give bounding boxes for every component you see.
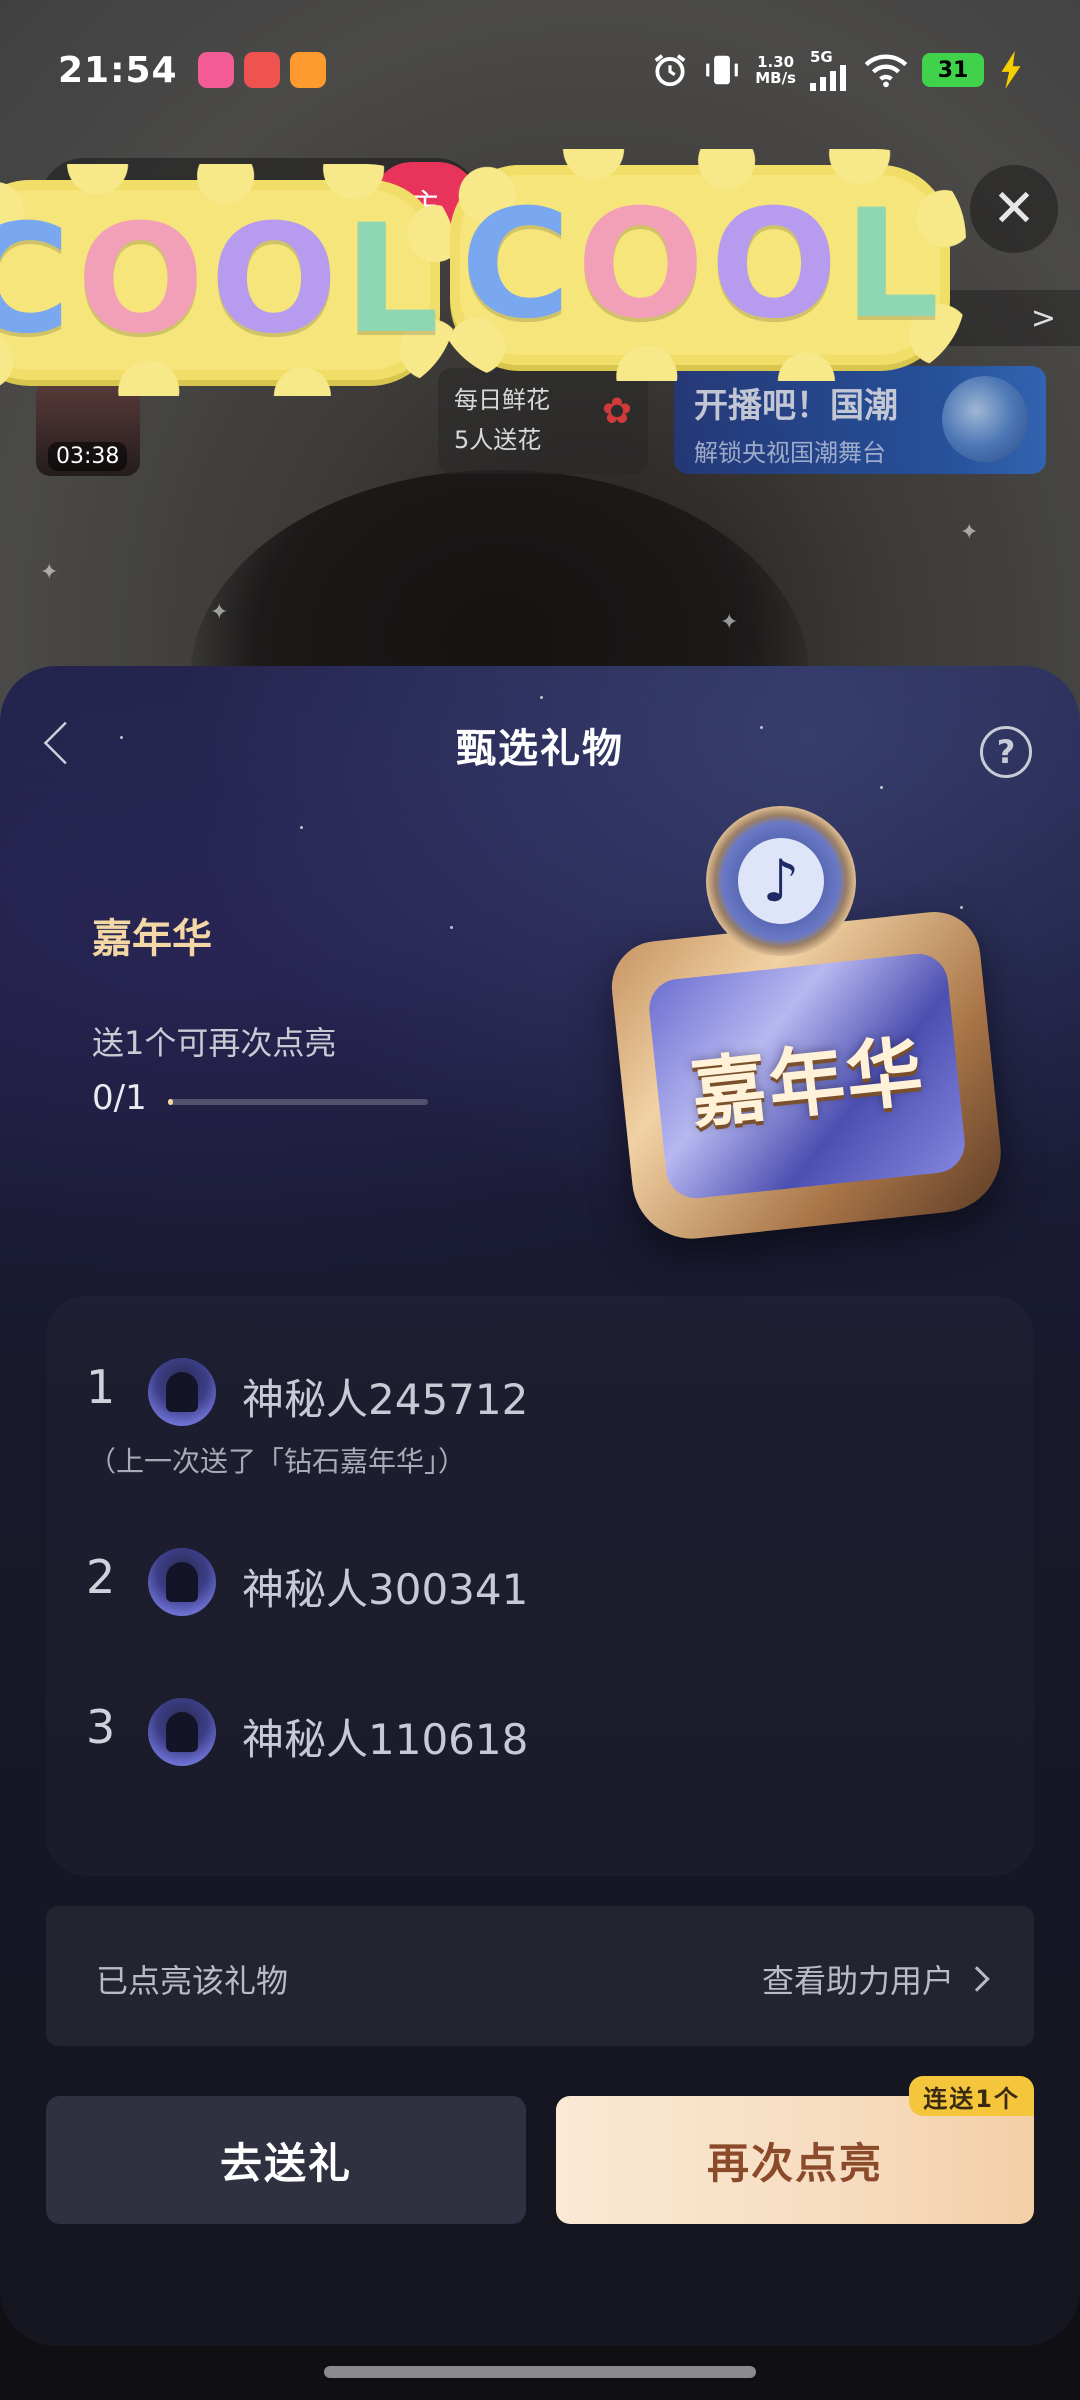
video-app-icon xyxy=(289,52,326,88)
rank-number: 2 xyxy=(86,1550,116,1604)
rank-number: 3 xyxy=(86,1700,116,1754)
activity-timer: 03:38 xyxy=(48,442,128,471)
cool-sticker: C O O L xyxy=(0,164,456,396)
app-notification-icon xyxy=(243,52,280,88)
douyin-badge-icon: ♪ xyxy=(706,806,856,956)
user-name: 神秘人300341 xyxy=(242,1565,529,1614)
combo-badge: 连送1个 xyxy=(909,2076,1034,2116)
sparkle-icon: ✦ xyxy=(960,520,979,545)
alarm-icon xyxy=(654,54,686,87)
douyin-logo-icon xyxy=(942,376,1028,462)
status-indicators: 1.30 MB/s 5G 31 xyxy=(651,49,1024,91)
progress-count: 0/1 xyxy=(92,1078,147,1118)
bilibili-app-icon xyxy=(197,52,234,88)
avatar xyxy=(148,1698,216,1766)
avatar xyxy=(148,1548,216,1616)
user-name: 神秘人110618 xyxy=(242,1715,529,1764)
view-helpers-link[interactable]: 查看助力用户 xyxy=(762,1956,990,2002)
charging-icon xyxy=(1001,51,1021,89)
progress-fill xyxy=(168,1099,174,1105)
notification-apps xyxy=(197,52,326,88)
guochao-promo-card[interactable]: 开播吧！国潮 解锁央视国潮舞台 xyxy=(674,366,1046,474)
helper-ranking-list: 1 神秘人245712 （上一次送了「钻石嘉年华」） 2 神秘人300341 3… xyxy=(46,1296,1034,1876)
home-indicator[interactable] xyxy=(324,2366,756,2378)
daily-flower-card[interactable]: 每日鲜花 5人送花 ✿ xyxy=(438,368,648,474)
chevron-right-icon: > xyxy=(1030,300,1056,336)
panel-title: 甄选礼物 xyxy=(456,726,624,772)
carnival-gift-badge: 嘉年华 ♪ xyxy=(607,806,1012,1245)
lit-label: 已点亮该礼物 xyxy=(96,1962,289,2000)
status-time: 21:54 xyxy=(58,49,178,91)
gift-name: 嘉年华 xyxy=(92,916,212,962)
sparkle-icon: ✦ xyxy=(210,600,229,625)
sparkle-icon: ✦ xyxy=(40,560,59,585)
avatar xyxy=(148,1358,216,1426)
badge-text: 嘉年华 xyxy=(686,1025,929,1139)
help-button[interactable]: ? xyxy=(980,726,1032,778)
status-bar: 21:54 1.30 MB/s 5G 31 xyxy=(0,0,1080,140)
rank-number: 1 xyxy=(86,1360,116,1414)
progress-bar xyxy=(168,1099,428,1105)
close-icon: ✕ xyxy=(992,179,1036,239)
send-gift-button[interactable]: 去送礼 xyxy=(46,2096,526,2224)
net-speed: 1.30 MB/s xyxy=(755,53,796,87)
signal-icon: 5G xyxy=(810,49,850,91)
sparkle-icon: ✦ xyxy=(720,610,739,635)
close-live-button[interactable]: ✕ xyxy=(970,165,1058,253)
relight-button[interactable]: 再次点亮 连送1个 xyxy=(556,2076,1034,2224)
last-gift-note: （上一次送了「钻石嘉年华」） xyxy=(88,1445,467,1478)
lit-status-box: 已点亮该礼物 查看助力用户 xyxy=(46,1906,1034,2046)
gift-panel: 甄选礼物 ? 嘉年华 送1个可再次点亮 0/1 嘉年华 ♪ 1 神秘人24571… xyxy=(0,666,1080,2346)
user-name: 神秘人245712 xyxy=(242,1375,529,1424)
rose-icon: ✿ xyxy=(601,391,632,432)
battery-icon: 31 xyxy=(922,53,984,87)
cool-sticker: C O O L xyxy=(434,149,966,381)
vibrate-icon xyxy=(706,55,739,85)
wifi-icon xyxy=(864,54,908,88)
chevron-right-icon xyxy=(964,1966,990,1992)
gift-hint: 送1个可再次点亮 xyxy=(92,1024,337,1062)
